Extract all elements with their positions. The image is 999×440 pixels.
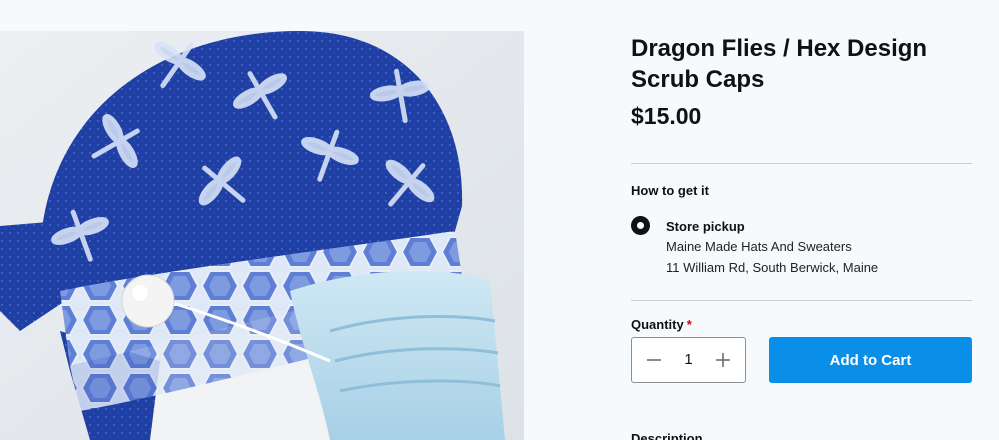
store-address: 11 William Rd, South Berwick, Maine [666, 260, 879, 275]
quantity-stepper [631, 337, 746, 383]
plus-icon [716, 353, 730, 367]
store-pickup-radio[interactable] [631, 216, 650, 235]
fulfillment-heading: How to get it [631, 183, 709, 198]
scrub-cap-photo [0, 31, 524, 440]
product-page: Dragon Flies / Hex Design Scrub Caps $15… [0, 0, 999, 440]
divider [631, 163, 972, 164]
decrease-quantity-button[interactable] [636, 338, 672, 382]
product-image[interactable] [0, 31, 524, 440]
store-name: Maine Made Hats And Sweaters [666, 239, 852, 254]
minus-icon [647, 359, 661, 361]
quantity-label-text: Quantity [631, 317, 684, 332]
required-mark: * [686, 317, 692, 332]
description-heading: Description [631, 431, 703, 440]
increase-quantity-button[interactable] [705, 338, 741, 382]
product-details: Dragon Flies / Hex Design Scrub Caps $15… [631, 0, 972, 440]
product-price: $15.00 [631, 103, 702, 129]
quantity-label: Quantity * [631, 317, 692, 332]
quantity-input[interactable] [672, 338, 705, 382]
add-to-cart-button[interactable]: Add to Cart [769, 337, 972, 383]
store-pickup-label[interactable]: Store pickup [666, 219, 745, 234]
product-title: Dragon Flies / Hex Design Scrub Caps [631, 35, 928, 93]
divider [631, 300, 972, 301]
